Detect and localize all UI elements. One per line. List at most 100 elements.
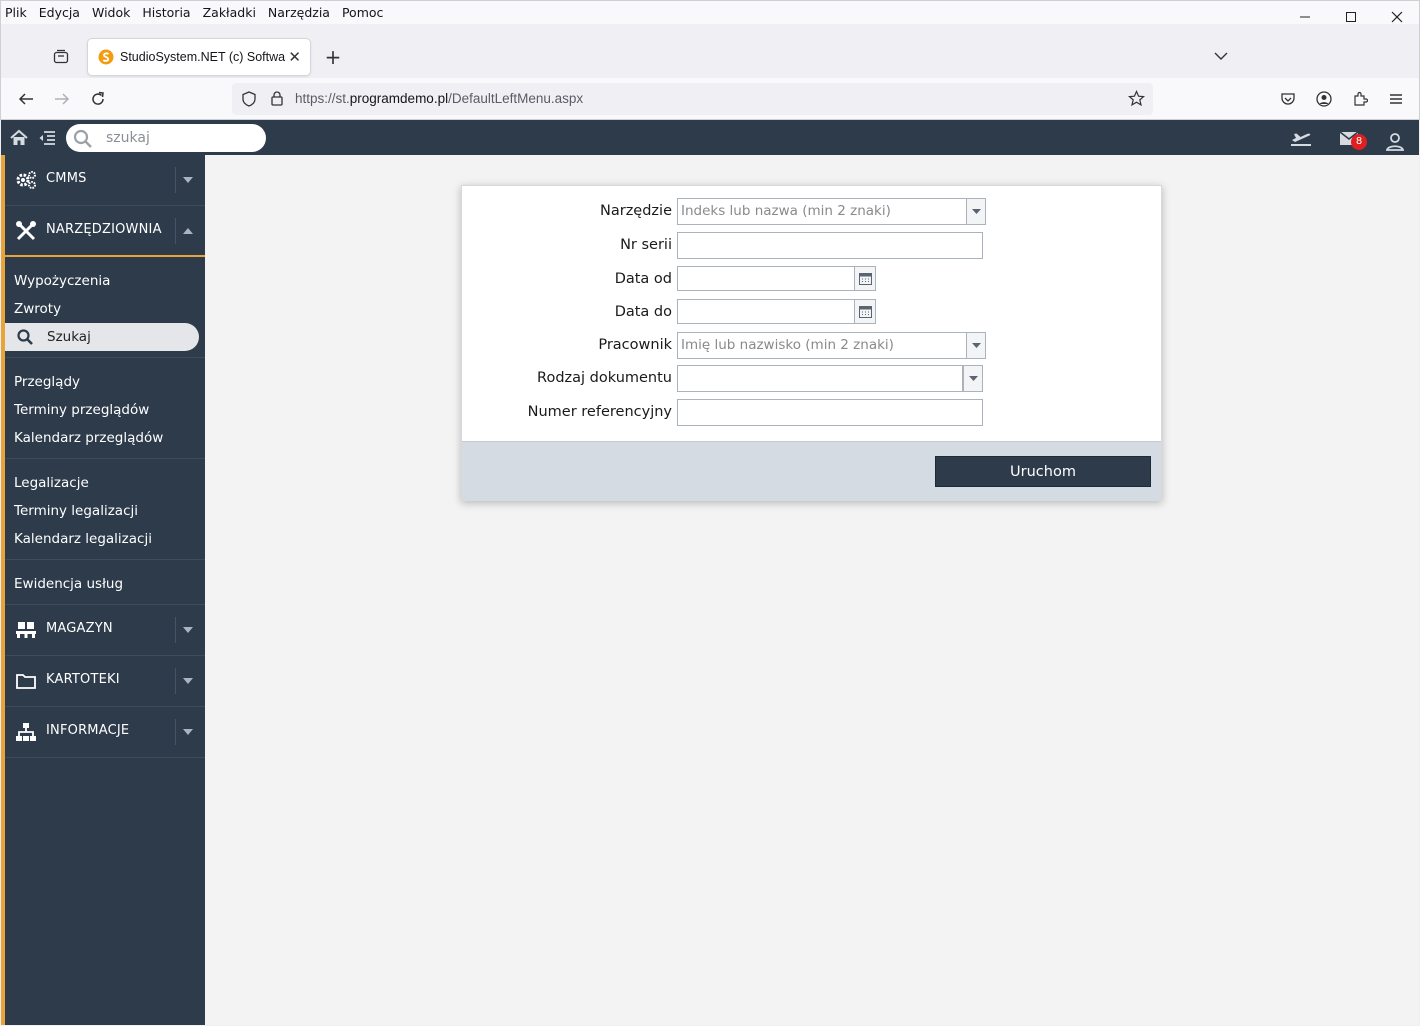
sidebar-section-cmms[interactable]: CMMS bbox=[5, 155, 205, 206]
sidebar-section-label: MAGAZYN bbox=[46, 621, 113, 636]
tools-icon bbox=[16, 221, 36, 241]
sidebar-item-kalendarz-legalizacji[interactable]: Kalendarz legalizacji bbox=[5, 525, 205, 553]
tab-overview-icon[interactable] bbox=[48, 46, 74, 68]
mail-count-badge: 8 bbox=[1351, 134, 1367, 150]
home-icon[interactable] bbox=[10, 129, 28, 147]
sidebar-item-wypozyczenia[interactable]: Wypożyczenia bbox=[5, 267, 205, 295]
sidebar-group-legalizacje: Legalizacje Terminy legalizacji Kalendar… bbox=[5, 459, 205, 560]
main-content: Narzędzie Indeks lub nazwa (min 2 znaki)… bbox=[205, 155, 1419, 1025]
menu-plik[interactable]: Plik bbox=[5, 5, 27, 20]
search-box[interactable] bbox=[66, 124, 266, 152]
sidebar-item-kalendarz-przegladow[interactable]: Kalendarz przeglądów bbox=[5, 424, 205, 452]
uruchom-button[interactable]: Uruchom bbox=[935, 456, 1151, 487]
menu-edycja[interactable]: Edycja bbox=[39, 5, 80, 20]
menu-bar: Plik Edycja Widok Historia Zakładki Narz… bbox=[0, 0, 1420, 24]
sidebar-item-przeglady[interactable]: Przeglądy bbox=[5, 368, 205, 396]
nr-serii-input[interactable] bbox=[677, 232, 983, 259]
back-icon[interactable] bbox=[16, 89, 36, 109]
reload-icon[interactable] bbox=[88, 89, 108, 109]
url-text[interactable]: https://st.programdemo.pl/DefaultLeftMen… bbox=[295, 91, 583, 106]
url-path: /DefaultLeftMenu.aspx bbox=[448, 91, 584, 106]
form-row-narzedzie: Narzędzie Indeks lub nazwa (min 2 znaki) bbox=[462, 198, 1161, 226]
shield-icon[interactable] bbox=[241, 91, 257, 107]
tab-title: StudioSystem.NET (c) Software Studio bbox=[120, 50, 286, 64]
field-label: Pracownik bbox=[598, 337, 672, 353]
data-do-input[interactable] bbox=[677, 299, 855, 324]
hamburger-menu-icon[interactable] bbox=[1386, 89, 1406, 109]
numer-referencyjny-input[interactable] bbox=[677, 399, 983, 426]
dropdown-arrow-icon[interactable] bbox=[963, 365, 983, 392]
chevron-down-icon[interactable] bbox=[175, 167, 199, 193]
form-row-rodzaj-dokumentu: Rodzaj dokumentu bbox=[462, 365, 1161, 393]
sidebar-item-legalizacje[interactable]: Legalizacje bbox=[5, 469, 205, 497]
field-label: Numer referencyjny bbox=[527, 404, 672, 420]
url-bar[interactable]: https://st.programdemo.pl/DefaultLeftMen… bbox=[232, 83, 1153, 115]
form-row-data-do: Data do bbox=[462, 299, 1161, 327]
menu-widok[interactable]: Widok bbox=[92, 5, 130, 20]
user-icon[interactable] bbox=[1385, 131, 1405, 151]
list-tabs-icon[interactable] bbox=[1213, 48, 1231, 66]
sidebar-group-przeglady: Przeglądy Terminy przeglądów Kalendarz p… bbox=[5, 358, 205, 459]
menu-pomoc[interactable]: Pomoc bbox=[342, 5, 383, 20]
field-label: Narzędzie bbox=[600, 203, 672, 219]
sidebar-item-zwroty[interactable]: Zwroty bbox=[5, 295, 205, 323]
takeoff-icon[interactable] bbox=[1290, 129, 1312, 147]
sidebar-section-label: INFORMACJE bbox=[46, 723, 130, 738]
chevron-down-icon[interactable] bbox=[175, 719, 199, 745]
field-label: Rodzaj dokumentu bbox=[537, 370, 672, 386]
chevron-up-icon[interactable] bbox=[175, 218, 199, 244]
forward-icon[interactable] bbox=[52, 89, 72, 109]
pocket-icon[interactable] bbox=[1278, 89, 1298, 109]
sidebar-group-wypozyczenia: Wypożyczenia Zwroty Szukaj bbox=[5, 257, 205, 358]
calendar-icon[interactable] bbox=[854, 299, 876, 324]
new-tab-icon[interactable]: + bbox=[323, 46, 343, 68]
account-icon[interactable] bbox=[1314, 89, 1334, 109]
narzedzie-combobox[interactable]: Indeks lub nazwa (min 2 znaki) bbox=[677, 198, 967, 225]
collapse-menu-icon[interactable] bbox=[38, 129, 56, 147]
sidebar-item-ewidencja-uslug[interactable]: Ewidencja usług bbox=[5, 570, 205, 598]
rodzaj-dokumentu-select[interactable] bbox=[677, 365, 963, 392]
sidebar-section-narzedziownia[interactable]: NARZĘDZIOWNIA bbox=[5, 206, 205, 257]
url-domain: programdemo.pl bbox=[349, 91, 449, 106]
data-od-input[interactable] bbox=[677, 266, 855, 291]
menu-historia[interactable]: Historia bbox=[142, 5, 190, 20]
form-row-pracownik: Pracownik Imię lub nazwisko (min 2 znaki… bbox=[462, 332, 1161, 360]
menu-zakladki[interactable]: Zakładki bbox=[203, 5, 256, 20]
tab-bar: StudioSystem.NET (c) Software Studio ✕ + bbox=[0, 24, 1420, 78]
close-tab-icon[interactable]: ✕ bbox=[288, 48, 301, 66]
lock-icon[interactable] bbox=[269, 90, 285, 106]
chevron-down-icon[interactable] bbox=[175, 668, 199, 694]
field-label: Nr serii bbox=[620, 237, 672, 253]
sidebar-section-magazyn[interactable]: MAGAZYN bbox=[5, 605, 205, 656]
sidebar-section-informacje[interactable]: INFORMACJE bbox=[5, 707, 205, 758]
sitemap-icon bbox=[16, 723, 36, 741]
dropdown-arrow-icon[interactable] bbox=[966, 198, 986, 225]
dropdown-arrow-icon[interactable] bbox=[966, 332, 986, 359]
sidebar: CMMS NARZĘDZIOWNIA Wypożyczenia Zwroty S… bbox=[1, 155, 205, 1025]
url-prefix: https://st. bbox=[295, 91, 350, 106]
chevron-down-icon[interactable] bbox=[175, 617, 199, 643]
gears-icon bbox=[16, 171, 36, 189]
sidebar-section-label: CMMS bbox=[46, 171, 87, 186]
calendar-icon[interactable] bbox=[854, 266, 876, 291]
navigation-bar: https://st.programdemo.pl/DefaultLeftMen… bbox=[0, 78, 1420, 120]
sidebar-item-terminy-przegladow[interactable]: Terminy przeglądów bbox=[5, 396, 205, 424]
menu-narzedzia[interactable]: Narzędzia bbox=[268, 5, 330, 20]
field-label: Data do bbox=[614, 304, 672, 320]
form-row-nr-serii: Nr serii bbox=[462, 232, 1161, 260]
extensions-icon[interactable] bbox=[1350, 89, 1370, 109]
app-header: 8 bbox=[1, 120, 1419, 155]
search-input[interactable] bbox=[106, 130, 256, 146]
sidebar-section-label: KARTOTEKI bbox=[46, 672, 120, 687]
sidebar-section-kartoteki[interactable]: KARTOTEKI bbox=[5, 656, 205, 707]
field-label: Data od bbox=[614, 271, 672, 287]
sidebar-item-szukaj[interactable]: Szukaj bbox=[5, 323, 199, 351]
pracownik-combobox[interactable]: Imię lub nazwisko (min 2 znaki) bbox=[677, 332, 967, 359]
folder-icon bbox=[16, 674, 36, 689]
sidebar-item-terminy-legalizacji[interactable]: Terminy legalizacji bbox=[5, 497, 205, 525]
search-form-panel: Narzędzie Indeks lub nazwa (min 2 znaki)… bbox=[461, 185, 1162, 501]
form-row-data-od: Data od bbox=[462, 266, 1161, 294]
browser-tab[interactable]: StudioSystem.NET (c) Software Studio ✕ bbox=[88, 39, 310, 75]
bookmark-star-icon[interactable] bbox=[1128, 90, 1145, 107]
studiosystem-favicon-icon bbox=[98, 49, 114, 65]
